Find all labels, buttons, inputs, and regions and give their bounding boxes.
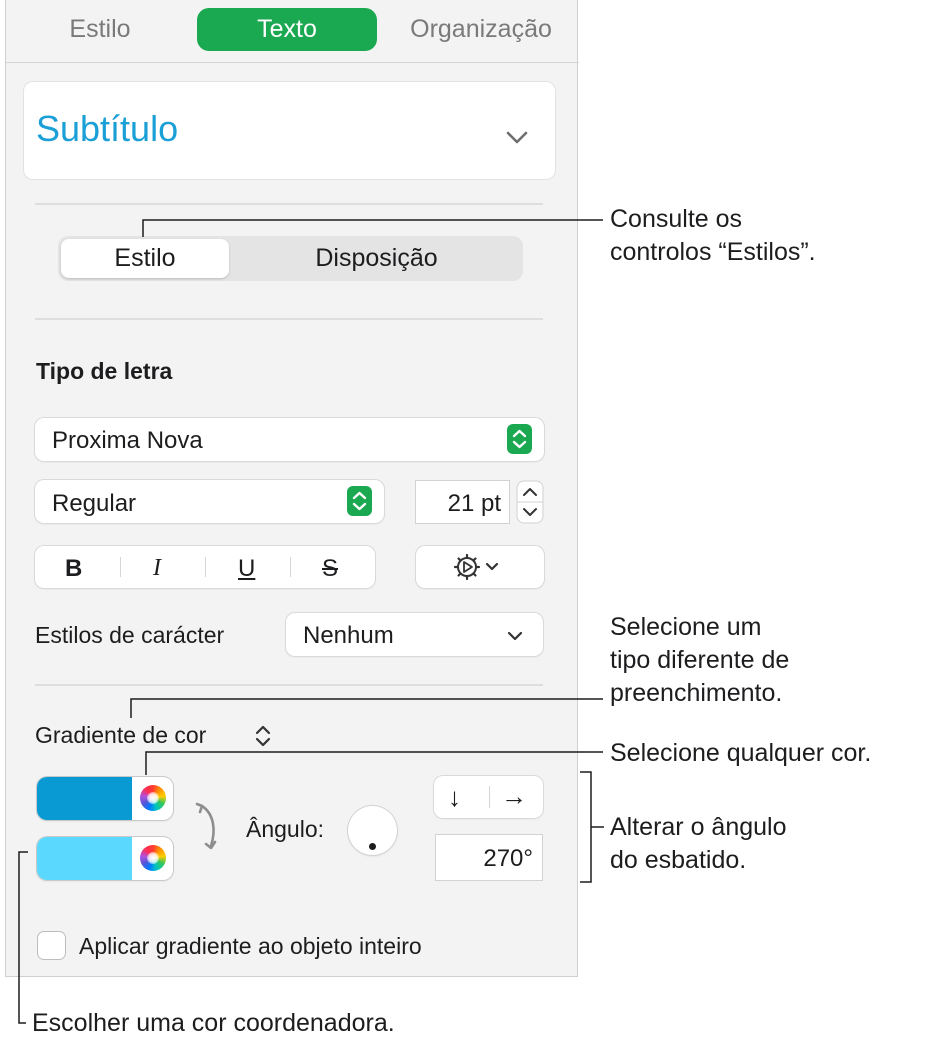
callout-fill-line-1: Selecione um [610, 613, 762, 641]
callout-styles: Consulte os controlos “Estilos”. [610, 203, 816, 269]
callout-angle: Alterar o ângulo do esbatido. [610, 811, 787, 877]
callout-fill-line-2: tipo diferente de [610, 646, 790, 674]
callout-any-color: Selecione qualquer cor. [610, 739, 872, 767]
callout-leader-lines [18, 219, 604, 1024]
callout-fill-type: Selecione um tipo diferente de preenchim… [610, 611, 789, 710]
callout-styles-line-1: Consulte os [610, 205, 743, 233]
callout-fill-line-3: preenchimento. [610, 679, 783, 707]
callout-angle-line-1: Alterar o ângulo [610, 813, 787, 841]
callout-angle-line-2: do esbatido. [610, 846, 747, 874]
callout-styles-line-2: controlos “Estilos”. [610, 238, 816, 266]
callout-coordinating-color: Escolher uma cor coordenadora. [32, 1009, 395, 1037]
